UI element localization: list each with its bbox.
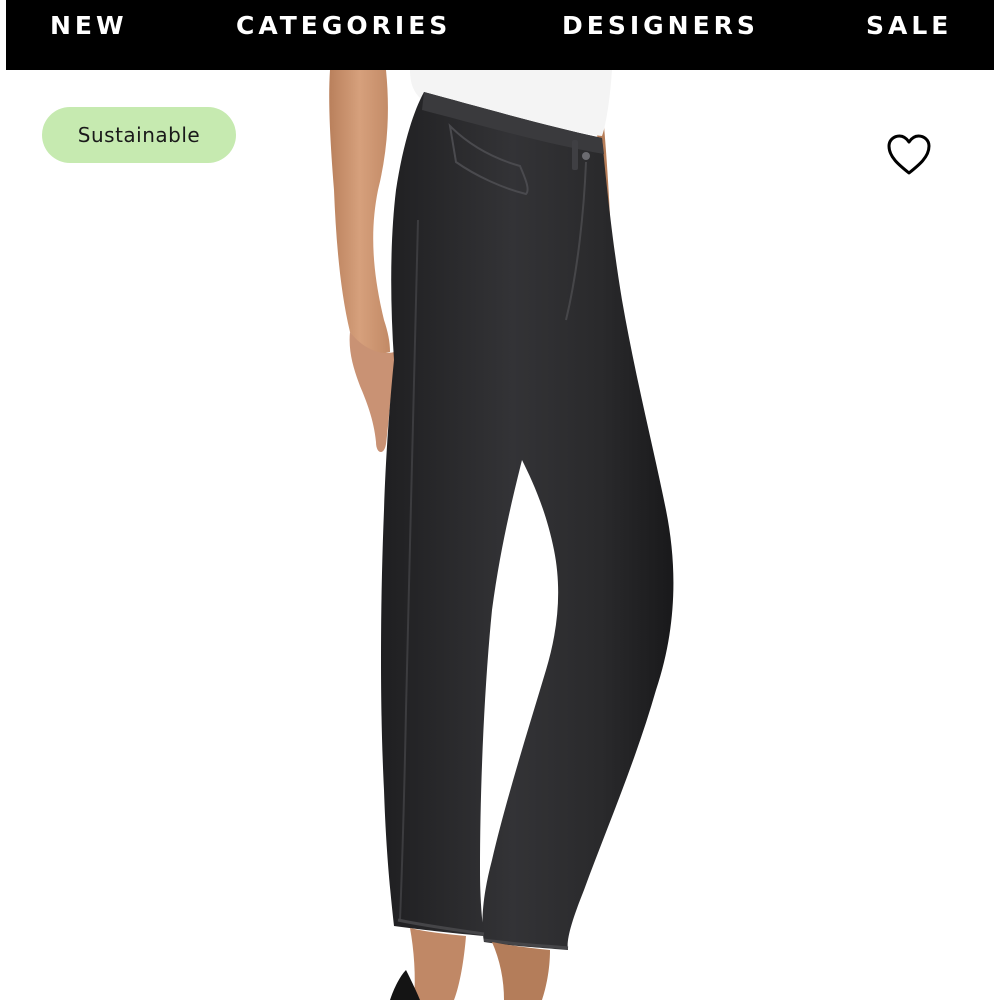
button [582,152,590,160]
nav-item-new[interactable]: NEW [50,11,128,41]
front-ankle [410,928,466,1000]
product-image[interactable] [6,70,994,1000]
jeans [381,92,674,950]
model-illustration [329,70,674,1000]
nav-item-categories[interactable]: CATEGORIES [236,11,451,41]
front-arm [329,70,390,354]
back-ankle [492,942,550,1000]
top-navigation: NEW CATEGORIES DESIGNERS SALE [6,0,994,70]
product-page: NEW CATEGORIES DESIGNERS SALE Sustainabl… [0,0,1000,1000]
heart-outline-icon [887,134,931,175]
sustainable-badge: Sustainable [42,107,236,163]
belt-loop [572,140,578,170]
nav-item-designers[interactable]: DESIGNERS [562,11,759,41]
nav-item-sale[interactable]: SALE [866,11,952,41]
wishlist-button[interactable] [884,132,934,178]
